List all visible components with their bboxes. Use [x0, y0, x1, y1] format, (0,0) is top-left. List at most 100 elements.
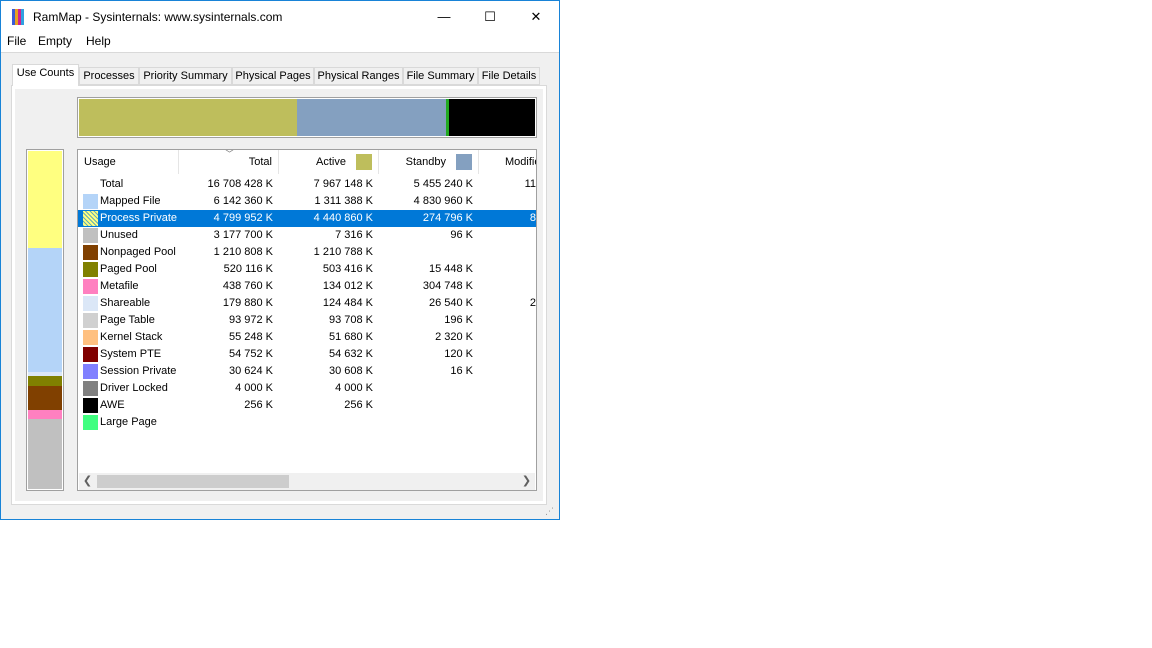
tab-use-counts[interactable]: Use Counts: [12, 64, 79, 86]
cell-total: 4 799 952 K: [213, 212, 273, 224]
usage-segment-mapped-file: [28, 248, 62, 372]
minimize-button[interactable]: —: [421, 1, 467, 32]
usage-color-swatch: [83, 262, 98, 277]
standby-color-swatch: [456, 154, 472, 171]
table-row[interactable]: Metafile 438 760 K 134 012 K 304 748 K: [78, 278, 536, 295]
tab-physical-ranges[interactable]: Physical Ranges: [314, 67, 403, 85]
usage-color-swatch: [83, 415, 98, 430]
table-row[interactable]: Total 16 708 428 K 7 967 148 K 5 455 240 K 1…: [78, 176, 536, 193]
usage-breakdown-bar: [26, 149, 64, 491]
table-row[interactable]: Large Page: [78, 414, 536, 431]
usage-segment-process-private: [28, 151, 62, 248]
tab-priority-summary[interactable]: Priority Summary: [139, 67, 232, 85]
cell-active: 54 632 K: [328, 348, 373, 360]
cell-usage: System PTE: [100, 348, 162, 360]
rammap-window: RamMap - Sysinternals: www.sysinternals.…: [0, 0, 560, 520]
cell-active: 503 416 K: [322, 263, 373, 275]
cell-usage: Process Private: [100, 212, 178, 224]
cell-usage: Session Private: [100, 365, 177, 377]
maximize-button[interactable]: ☐: [467, 1, 513, 32]
menu-help[interactable]: Help: [86, 34, 111, 48]
usage-color-swatch: [83, 279, 98, 294]
table-row[interactable]: Shareable 179 880 K 124 484 K 26 540 K 2: [78, 295, 536, 312]
cell-active: 7 967 148 K: [313, 178, 373, 190]
cell-active: 124 484 K: [322, 297, 373, 309]
resize-grip-icon[interactable]: ⋰: [545, 505, 557, 517]
memory-segment-standby: [297, 99, 446, 136]
col-modified[interactable]: Modifie: [479, 150, 537, 174]
table-row[interactable]: System PTE 54 752 K 54 632 K 120 K: [78, 346, 536, 363]
list-header: Usage ﹀ Total Active Standby Modifie: [78, 150, 536, 174]
usage-color-swatch: [83, 313, 98, 328]
cell-usage: Kernel Stack: [100, 331, 163, 343]
cell-standby: 15 448 K: [428, 263, 473, 275]
col-standby[interactable]: Standby: [379, 150, 479, 174]
cell-usage: Total: [100, 178, 124, 190]
usage-color-swatch: [83, 245, 98, 260]
cell-total: 438 760 K: [222, 280, 273, 292]
cell-usage: Paged Pool: [100, 263, 157, 275]
table-row[interactable]: Driver Locked 4 000 K 4 000 K: [78, 380, 536, 397]
usage-color-swatch: [83, 330, 98, 345]
cell-total: 16 708 428 K: [207, 178, 273, 190]
menu-bar: File Empty Help: [1, 32, 559, 53]
cell-standby: 2 320 K: [435, 331, 473, 343]
cell-active: 7 316 K: [335, 229, 373, 241]
table-row[interactable]: Process Private 4 799 952 K 4 440 860 K 274…: [78, 210, 536, 227]
tab-processes[interactable]: Processes: [79, 67, 139, 85]
menu-file[interactable]: File: [7, 34, 26, 48]
table-row[interactable]: Nonpaged Pool 1 210 808 K 1 210 788 K: [78, 244, 536, 261]
tab-file-summary[interactable]: File Summary: [403, 67, 478, 85]
cell-standby: 4 830 960 K: [413, 195, 473, 207]
cell-usage: Large Page: [100, 416, 157, 428]
cell-usage: AWE: [100, 399, 125, 411]
window-title: RamMap - Sysinternals: www.sysinternals.…: [33, 10, 283, 24]
cell-active: 51 680 K: [328, 331, 373, 343]
usage-color-swatch: [83, 347, 98, 362]
cell-standby: 196 K: [444, 314, 473, 326]
cell-active: 4 000 K: [335, 382, 373, 394]
cell-total: 6 142 360 K: [213, 195, 273, 207]
col-usage[interactable]: Usage: [78, 150, 179, 174]
table-row[interactable]: AWE 256 K 256 K: [78, 397, 536, 414]
title-bar[interactable]: RamMap - Sysinternals: www.sysinternals.…: [1, 1, 559, 32]
col-active[interactable]: Active: [279, 150, 379, 174]
table-row[interactable]: Unused 3 177 700 K 7 316 K 96 K: [78, 227, 536, 244]
usage-segment-paged-pool: [28, 376, 62, 386]
cell-standby: 5 455 240 K: [413, 178, 473, 190]
table-row[interactable]: Kernel Stack 55 248 K 51 680 K 2 320 K: [78, 329, 536, 346]
table-row[interactable]: Page Table 93 972 K 93 708 K 196 K: [78, 312, 536, 329]
cell-active: 4 440 860 K: [313, 212, 373, 224]
tab-physical-pages[interactable]: Physical Pages: [232, 67, 314, 85]
memory-state-bar: [77, 97, 537, 138]
horizontal-scrollbar[interactable]: ❮ ❯: [79, 473, 535, 490]
scrollbar-thumb[interactable]: [97, 475, 289, 488]
rammap-app-icon: [12, 9, 26, 25]
table-row[interactable]: Paged Pool 520 116 K 503 416 K 15 448 K: [78, 261, 536, 278]
scroll-right-icon[interactable]: ❯: [518, 473, 535, 490]
table-row[interactable]: Mapped File 6 142 360 K 1 311 388 K 4 830 9…: [78, 193, 536, 210]
usage-color-swatch: [83, 398, 98, 413]
cell-standby: 274 796 K: [422, 212, 473, 224]
usage-segment-unused: [28, 419, 62, 489]
usage-color-swatch: [83, 381, 98, 396]
cell-standby: 16 K: [450, 365, 473, 377]
col-standby-label: Standby: [405, 156, 446, 168]
col-total[interactable]: Total: [179, 150, 279, 174]
col-usage-label: Usage: [84, 156, 116, 168]
cell-active: 1 210 788 K: [313, 246, 373, 258]
col-modified-label: Modifie: [505, 156, 537, 168]
table-row[interactable]: Session Private 30 624 K 30 608 K 16 K: [78, 363, 536, 380]
scroll-left-icon[interactable]: ❮: [79, 473, 96, 490]
close-button[interactable]: ✕: [513, 1, 559, 32]
usage-color-swatch: [83, 194, 98, 209]
cell-total: 179 880 K: [222, 297, 273, 309]
cell-modified: 2: [529, 297, 536, 309]
cell-modified: 8: [529, 212, 536, 224]
usage-color-swatch: [83, 364, 98, 379]
cell-total: 54 752 K: [228, 348, 273, 360]
tab-file-details[interactable]: File Details: [478, 67, 540, 85]
menu-empty[interactable]: Empty: [38, 34, 72, 48]
cell-active: 134 012 K: [322, 280, 373, 292]
use-counts-list[interactable]: Usage ﹀ Total Active Standby Modifie Tot…: [77, 149, 537, 491]
